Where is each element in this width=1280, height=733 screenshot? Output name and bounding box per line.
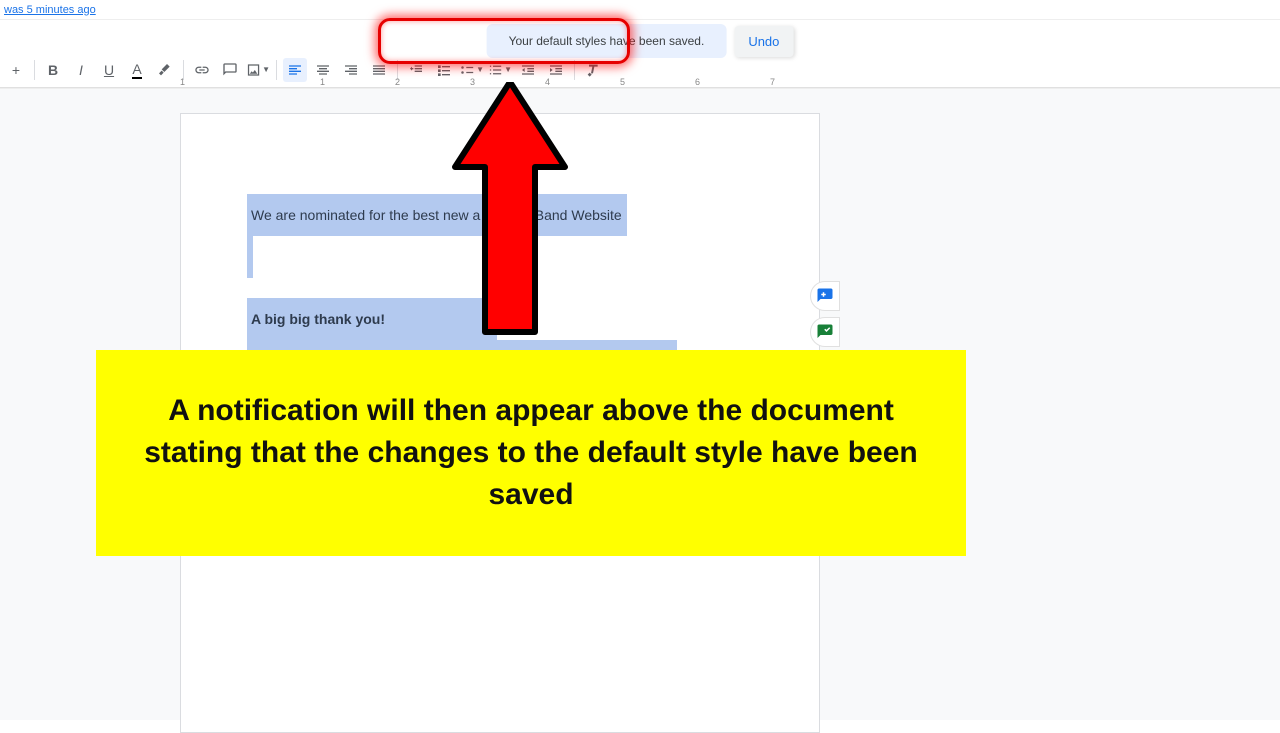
numbered-list-icon [488, 62, 503, 78]
margin-buttons [810, 281, 840, 347]
comment-plus-icon [816, 287, 834, 305]
add-button[interactable]: + [4, 58, 28, 82]
indent-increase-icon [548, 62, 564, 78]
bullet-list-icon [460, 62, 475, 78]
bold-button[interactable]: B [41, 58, 65, 82]
align-left-icon [287, 62, 303, 78]
text-color-button[interactable]: A [125, 58, 149, 82]
underline-button[interactable]: U [97, 58, 121, 82]
clear-format-icon [585, 62, 601, 78]
separator [34, 60, 35, 80]
suggest-edits-margin-button[interactable] [810, 317, 840, 347]
checklist-icon [436, 62, 452, 78]
highlight-icon [157, 62, 173, 78]
revision-history-link[interactable]: was 5 minutes ago [0, 0, 1280, 20]
horizontal-ruler: 1 1 2 3 4 5 6 7 [180, 77, 820, 93]
comment-icon [222, 62, 238, 78]
notification-message-box: Your default styles have been saved. [487, 24, 727, 58]
line-spacing-icon [408, 62, 424, 78]
link-icon [194, 62, 210, 78]
add-comment-margin-button[interactable] [810, 281, 840, 311]
align-right-icon [343, 62, 359, 78]
annotation-caption: A notification will then appear above th… [96, 350, 966, 556]
notification-message: Your default styles have been saved. [509, 34, 705, 48]
undo-button[interactable]: Undo [734, 26, 793, 57]
align-center-icon [315, 62, 331, 78]
image-icon [246, 62, 261, 78]
doc-text-line-1[interactable]: We are nominated for the best new a Band… [247, 194, 627, 236]
align-justify-icon [371, 62, 387, 78]
undo-label: Undo [748, 34, 779, 49]
doc-selection-fragment [247, 236, 253, 278]
doc-text-line-2[interactable]: A big big thank you! [247, 298, 497, 340]
italic-button[interactable]: I [69, 58, 93, 82]
notification-bar: Your default styles have been saved. Und… [487, 24, 794, 58]
caption-text: A notification will then appear above th… [136, 390, 926, 516]
highlight-button[interactable] [153, 58, 177, 82]
history-text: was 5 minutes ago [4, 4, 96, 16]
suggest-icon [816, 323, 834, 341]
indent-decrease-icon [520, 62, 536, 78]
